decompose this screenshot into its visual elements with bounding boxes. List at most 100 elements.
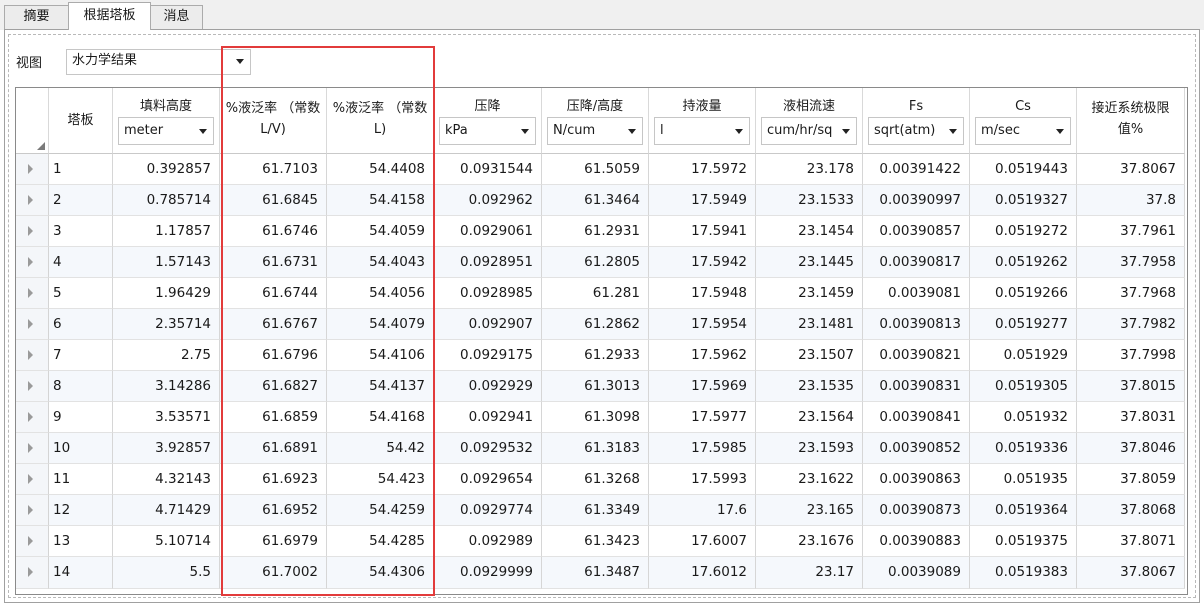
cell-pressure-drop-height[interactable]: 61.3464 [542, 185, 649, 216]
unit-select-fs[interactable]: sqrt(atm) [868, 117, 964, 145]
cell-pressure-drop[interactable]: 0.0931544 [434, 154, 542, 185]
column-header-pressure-drop[interactable]: 压降 kPa [434, 88, 542, 154]
row-header[interactable] [16, 402, 49, 433]
row-header[interactable] [16, 278, 49, 309]
row-header[interactable] [16, 340, 49, 371]
column-header-liquid-velocity[interactable]: 液相流速 cum/hr/sq [756, 88, 863, 154]
cell-flooding-l[interactable]: 54.4106 [327, 340, 434, 371]
cell-flooding-l[interactable]: 54.4158 [327, 185, 434, 216]
cell-pressure-drop-height[interactable]: 61.2805 [542, 247, 649, 278]
cell-flooding-lv[interactable]: 61.6796 [220, 340, 327, 371]
row-header[interactable] [16, 247, 49, 278]
cell-pressure-drop[interactable]: 0.0928985 [434, 278, 542, 309]
cell-packing-height[interactable]: 2.35714 [113, 309, 220, 340]
cell-packing-height[interactable]: 5.5 [113, 557, 220, 589]
cell-pressure-drop-height[interactable]: 61.3268 [542, 464, 649, 495]
cell-holdup[interactable]: 17.5948 [649, 278, 756, 309]
cell-packing-height[interactable]: 1.96429 [113, 278, 220, 309]
cell-approach-limit[interactable]: 37.8 [1077, 185, 1185, 216]
unit-select-cs[interactable]: m/sec [975, 117, 1071, 145]
cell-flooding-lv[interactable]: 61.6746 [220, 216, 327, 247]
cell-fs[interactable]: 0.00390852 [863, 433, 970, 464]
cell-fs[interactable]: 0.00390873 [863, 495, 970, 526]
cell-cs[interactable]: 0.0519443 [970, 154, 1077, 185]
cell-approach-limit[interactable]: 37.7998 [1077, 340, 1185, 371]
cell-approach-limit[interactable]: 37.8067 [1077, 154, 1185, 185]
cell-flooding-lv[interactable]: 61.6891 [220, 433, 327, 464]
row-header[interactable] [16, 185, 49, 216]
cell-flooding-lv[interactable]: 61.6979 [220, 526, 327, 557]
cell-pressure-drop-height[interactable]: 61.281 [542, 278, 649, 309]
cell-pressure-drop[interactable]: 0.0929175 [434, 340, 542, 371]
cell-flooding-l[interactable]: 54.4079 [327, 309, 434, 340]
cell-approach-limit[interactable]: 37.8031 [1077, 402, 1185, 433]
cell-holdup[interactable]: 17.5977 [649, 402, 756, 433]
cell-pressure-drop-height[interactable]: 61.3349 [542, 495, 649, 526]
cell-liquid-velocity[interactable]: 23.1454 [756, 216, 863, 247]
row-header[interactable] [16, 433, 49, 464]
cell-pressure-drop-height[interactable]: 61.3423 [542, 526, 649, 557]
cell-pressure-drop[interactable]: 0.092907 [434, 309, 542, 340]
cell-liquid-velocity[interactable]: 23.1535 [756, 371, 863, 402]
cell-pressure-drop-height[interactable]: 61.2933 [542, 340, 649, 371]
cell-fs[interactable]: 0.00391422 [863, 154, 970, 185]
cell-flooding-l[interactable]: 54.4056 [327, 278, 434, 309]
cell-cs[interactable]: 0.0519262 [970, 247, 1077, 278]
cell-approach-limit[interactable]: 37.7982 [1077, 309, 1185, 340]
tab-summary[interactable]: 摘要 [4, 5, 69, 29]
cell-flooding-l[interactable]: 54.4408 [327, 154, 434, 185]
column-header-cs[interactable]: Cs m/sec [970, 88, 1077, 154]
cell-packing-height[interactable]: 3.53571 [113, 402, 220, 433]
cell-flooding-l[interactable]: 54.4306 [327, 557, 434, 589]
cell-packing-height[interactable]: 1.17857 [113, 216, 220, 247]
cell-tray[interactable]: 6 [49, 309, 113, 340]
cell-packing-height[interactable]: 1.57143 [113, 247, 220, 278]
cell-liquid-velocity[interactable]: 23.1593 [756, 433, 863, 464]
cell-pressure-drop[interactable]: 0.0928951 [434, 247, 542, 278]
tab-by-stage[interactable]: 根据塔板 [68, 2, 151, 30]
cell-tray[interactable]: 13 [49, 526, 113, 557]
cell-flooding-l[interactable]: 54.4043 [327, 247, 434, 278]
cell-liquid-velocity[interactable]: 23.1459 [756, 278, 863, 309]
cell-tray[interactable]: 10 [49, 433, 113, 464]
cell-tray[interactable]: 2 [49, 185, 113, 216]
cell-cs[interactable]: 0.0519266 [970, 278, 1077, 309]
cell-tray[interactable]: 11 [49, 464, 113, 495]
cell-flooding-lv[interactable]: 61.6923 [220, 464, 327, 495]
cell-fs[interactable]: 0.00390863 [863, 464, 970, 495]
cell-flooding-lv[interactable]: 61.7103 [220, 154, 327, 185]
cell-approach-limit[interactable]: 37.8059 [1077, 464, 1185, 495]
column-header-approach-limit[interactable]: 接近系统极限值% [1077, 88, 1185, 154]
cell-packing-height[interactable]: 2.75 [113, 340, 220, 371]
row-header[interactable] [16, 526, 49, 557]
cell-flooding-l[interactable]: 54.4059 [327, 216, 434, 247]
cell-holdup[interactable]: 17.5985 [649, 433, 756, 464]
row-header[interactable] [16, 557, 49, 589]
cell-approach-limit[interactable]: 37.8071 [1077, 526, 1185, 557]
cell-tray[interactable]: 8 [49, 371, 113, 402]
cell-cs[interactable]: 0.0519383 [970, 557, 1077, 589]
cell-fs[interactable]: 0.00390857 [863, 216, 970, 247]
cell-packing-height[interactable]: 3.92857 [113, 433, 220, 464]
cell-liquid-velocity[interactable]: 23.1445 [756, 247, 863, 278]
cell-tray[interactable]: 3 [49, 216, 113, 247]
cell-cs[interactable]: 0.051935 [970, 464, 1077, 495]
cell-flooding-l[interactable]: 54.423 [327, 464, 434, 495]
cell-liquid-velocity[interactable]: 23.1622 [756, 464, 863, 495]
unit-select-pressure-drop[interactable]: kPa [439, 117, 536, 145]
cell-pressure-drop-height[interactable]: 61.5059 [542, 154, 649, 185]
cell-packing-height[interactable]: 3.14286 [113, 371, 220, 402]
column-header-pressure-drop-height[interactable]: 压降/高度 N/cum [542, 88, 649, 154]
cell-holdup[interactable]: 17.5942 [649, 247, 756, 278]
cell-liquid-velocity[interactable]: 23.1533 [756, 185, 863, 216]
cell-flooding-lv[interactable]: 61.6859 [220, 402, 327, 433]
row-header[interactable] [16, 464, 49, 495]
cell-fs[interactable]: 0.00390821 [863, 340, 970, 371]
cell-fs[interactable]: 0.0039089 [863, 557, 970, 589]
cell-liquid-velocity[interactable]: 23.1564 [756, 402, 863, 433]
cell-cs[interactable]: 0.0519305 [970, 371, 1077, 402]
cell-fs[interactable]: 0.00390813 [863, 309, 970, 340]
cell-liquid-velocity[interactable]: 23.1507 [756, 340, 863, 371]
cell-flooding-l[interactable]: 54.4137 [327, 371, 434, 402]
unit-select-pressure-drop-height[interactable]: N/cum [547, 117, 643, 145]
